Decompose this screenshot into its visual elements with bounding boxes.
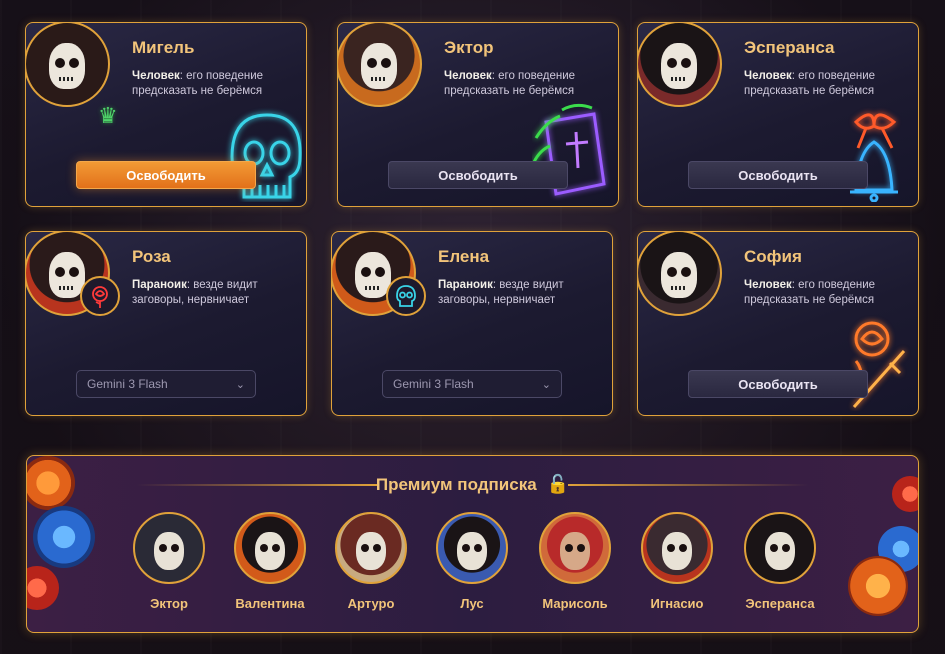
model-select[interactable]: Gemini 3 Flash ⌄ — [382, 370, 562, 398]
avatar-sofia — [638, 232, 722, 316]
character-description: Параноик: везде видит заговоры, нервнича… — [438, 278, 603, 308]
chevron-down-icon: ⌄ — [235, 378, 245, 391]
character-description: Параноик: везде видит заговоры, нервнича… — [132, 278, 297, 308]
character-name: Артуро — [347, 596, 395, 611]
premium-character-hector[interactable]: Эктор — [124, 512, 214, 611]
avatar-miguel — [26, 23, 110, 107]
character-description: Человек: его поведение предсказать не бе… — [132, 69, 297, 99]
character-card-miguel: ♛ Мигель Человек: его поведение предсказ… — [25, 22, 307, 207]
character-card-hector: Эктор Человек: его поведение предсказать… — [337, 22, 619, 207]
character-name: Эсперанса — [744, 38, 835, 57]
rose-decoration — [848, 556, 908, 616]
character-name: Эктор — [150, 596, 188, 611]
avatar — [539, 512, 611, 584]
unlock-icon: 🔓 — [546, 474, 570, 494]
avatar — [335, 512, 407, 584]
release-button[interactable]: Освободить — [688, 370, 868, 398]
rose-icon — [92, 286, 108, 308]
model-select[interactable]: Gemini 3 Flash ⌄ — [76, 370, 256, 398]
character-name: Лус — [460, 596, 484, 611]
model-select-value: Gemini 3 Flash — [87, 377, 168, 391]
trait-label: Параноик — [438, 279, 493, 291]
model-select-value: Gemini 3 Flash — [393, 377, 474, 391]
release-button[interactable]: Освободить — [688, 161, 868, 189]
release-button[interactable]: Освободить — [388, 161, 568, 189]
premium-character-valentina[interactable]: Валентина — [225, 512, 315, 611]
avatar-esperanza — [638, 23, 722, 107]
trait-label: Человек — [744, 70, 792, 82]
character-card-sofia: София Человек: его поведение предсказать… — [637, 231, 919, 416]
avatar — [436, 512, 508, 584]
character-name: Валентина — [235, 596, 305, 611]
character-name: Роза — [132, 247, 171, 266]
character-name: Эктор — [444, 38, 494, 57]
crown-icon: ♛ — [98, 103, 118, 128]
character-name: Марисоль — [542, 596, 608, 611]
premium-character-arturo[interactable]: Артуро — [326, 512, 416, 611]
premium-subscription-panel: Премиум подписка 🔓 Эктор Валентина Артур… — [26, 455, 919, 633]
premium-character-luz[interactable]: Лус — [427, 512, 517, 611]
trait-label: Человек — [444, 70, 492, 82]
avatar — [744, 512, 816, 584]
chevron-down-icon: ⌄ — [541, 378, 551, 391]
character-description: Человек: его поведение предсказать не бе… — [744, 278, 909, 308]
character-card-elena: Елена Параноик: везде видит заговоры, не… — [331, 231, 613, 416]
trait-label: Параноик — [132, 279, 187, 291]
premium-title-text: Премиум подписка — [375, 474, 537, 494]
avatar — [234, 512, 306, 584]
rose-decoration — [27, 566, 59, 610]
character-name: Мигель — [132, 38, 195, 57]
trait-label: Человек — [132, 70, 180, 82]
avatar — [133, 512, 205, 584]
character-name: Елена — [438, 247, 490, 266]
rose-decoration — [33, 506, 95, 568]
release-button[interactable]: Освободить — [76, 161, 256, 189]
premium-character-marisol[interactable]: Марисоль — [530, 512, 620, 611]
character-name: Игнасио — [650, 596, 704, 611]
trait-label: Человек — [744, 279, 792, 291]
premium-character-esperanza[interactable]: Эсперанса — [735, 512, 825, 611]
premium-character-ignacio[interactable]: Игнасио — [632, 512, 722, 611]
avatar-hector — [338, 23, 422, 107]
avatar — [641, 512, 713, 584]
character-card-rosa: Роза Параноик: везде видит заговоры, нер… — [25, 231, 307, 416]
skull-badge — [386, 276, 426, 316]
character-description: Человек: его поведение предсказать не бе… — [744, 69, 909, 99]
character-name: София — [744, 247, 802, 266]
rose-badge — [80, 276, 120, 316]
character-description: Человек: его поведение предсказать не бе… — [444, 69, 609, 99]
skull-icon — [396, 285, 416, 307]
character-card-esperanza: Эсперанса Человек: его поведение предска… — [637, 22, 919, 207]
premium-title: Премиум подписка 🔓 — [27, 474, 918, 495]
character-name: Эсперанса — [745, 596, 815, 611]
